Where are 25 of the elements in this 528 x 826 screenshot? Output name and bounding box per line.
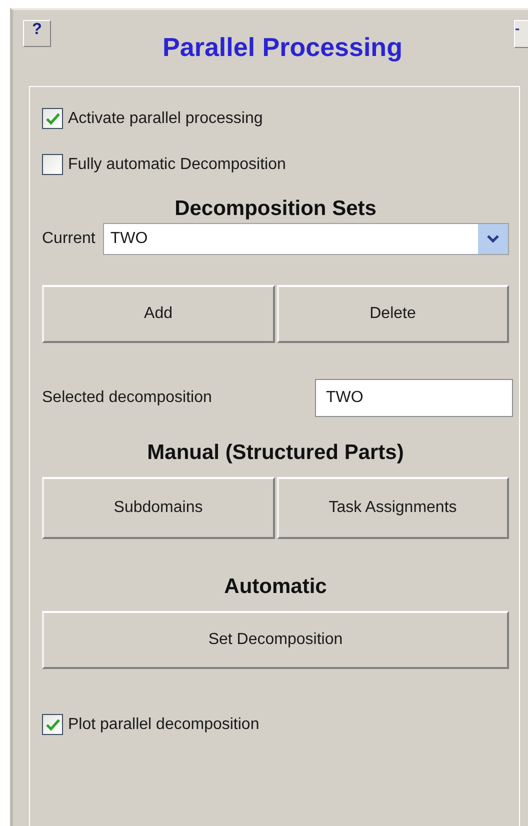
checkbox-label: Fully automatic Decomposition: [68, 156, 286, 174]
panel-title: Parallel Processing: [162, 31, 404, 63]
action-button[interactable]: Task Assignments: [276, 477, 509, 539]
section-heading: Manual (Structured Parts): [146, 441, 405, 465]
action-button[interactable]: Subdomains: [42, 477, 274, 539]
checkbox[interactable]: [42, 154, 63, 175]
checkmark-icon: [46, 718, 60, 730]
field-label: Selected decomposition: [42, 389, 212, 407]
action-button[interactable]: Delete: [276, 285, 509, 343]
decomposition-field[interactable]: TWO: [315, 379, 513, 417]
checkbox[interactable]: [42, 108, 63, 129]
action-button[interactable]: Add: [42, 285, 274, 343]
chevron-down-icon: [486, 234, 500, 244]
checkmark-icon: [46, 112, 60, 124]
checkbox[interactable]: [42, 714, 63, 735]
checkbox-label: Activate parallel processing: [68, 110, 263, 128]
minimize-button[interactable]: -: [514, 20, 528, 48]
help-button[interactable]: ?: [23, 20, 51, 47]
checkbox-label: Plot parallel decomposition: [68, 716, 260, 734]
current-label: Current: [42, 230, 96, 248]
section-heading: Automatic: [223, 575, 328, 599]
action-button[interactable]: Set Decomposition: [42, 611, 509, 669]
current-dropdown[interactable]: TWO: [103, 223, 509, 255]
section-heading: Decomposition Sets: [174, 197, 378, 221]
dropdown-value: TWO: [110, 230, 148, 248]
